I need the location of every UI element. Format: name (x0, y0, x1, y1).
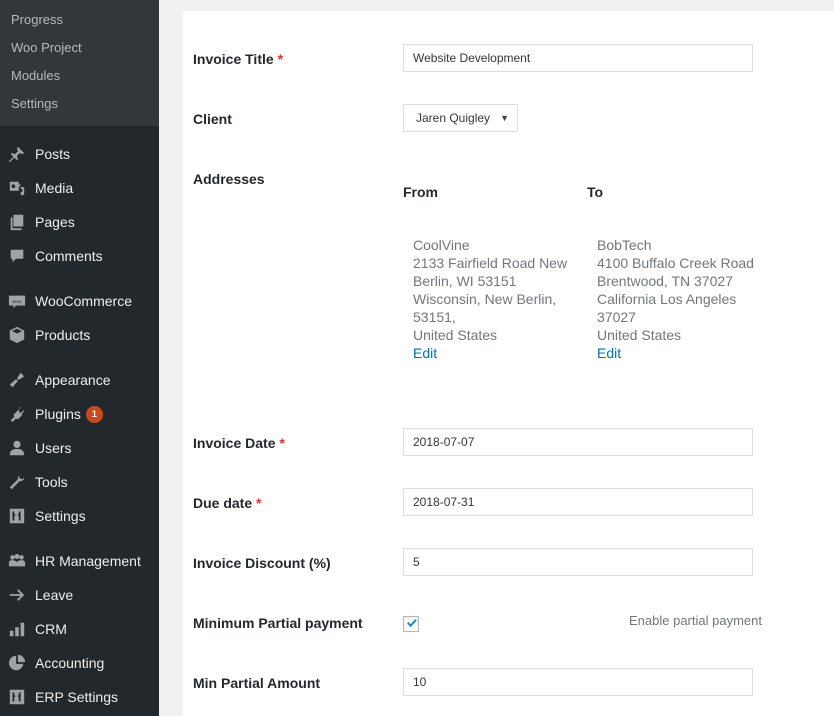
user-icon (7, 438, 27, 458)
to-address: BobTech 4100 Buffalo Creek Road Brentwoo… (597, 236, 754, 362)
required-marker: * (277, 51, 284, 67)
sidebar-item-label: ERP Settings (35, 689, 119, 705)
address-line: BobTech (597, 237, 652, 253)
sidebar-item-label: HR Management (35, 553, 141, 569)
client-select[interactable]: Jaren Quigley ▼ (403, 104, 518, 132)
submenu-item-settings[interactable]: Settings (0, 90, 159, 118)
sidebar-item-leave[interactable]: Leave (0, 578, 159, 612)
arrow-right-icon (7, 585, 27, 605)
sidebar-item-crm[interactable]: CRM (0, 612, 159, 646)
due-date-label: Due date * (193, 495, 262, 511)
address-line: United States (413, 327, 498, 343)
sidebar-item-appearance[interactable]: Appearance (0, 363, 159, 397)
enable-partial-payment-hint: Enable partial payment (629, 613, 762, 628)
address-line: CoolVine (413, 237, 470, 253)
checkmark-icon (407, 619, 417, 628)
due-date-input[interactable] (403, 488, 753, 516)
dropdown-arrow-icon: ▼ (500, 113, 509, 123)
sidebar-item-label: Tools (35, 474, 68, 490)
minimum-partial-payment-label: Minimum Partial payment (193, 615, 363, 631)
brush-icon (7, 370, 27, 390)
sliders-icon (7, 687, 27, 707)
address-line: 2133 Fairfield Road New (413, 255, 568, 271)
sidebar-item-accounting[interactable]: Accounting (0, 646, 159, 680)
to-heading: To (587, 184, 604, 200)
submenu-item-woo-project[interactable]: Woo Project (0, 34, 159, 62)
address-line: 4100 Buffalo Creek Road (597, 255, 754, 271)
sidebar-item-label: WooCommerce (35, 293, 132, 309)
woo-icon: woo (7, 291, 27, 311)
media-icon (7, 178, 27, 198)
sidebar-item-label: Products (35, 327, 91, 343)
submenu-item-progress[interactable]: Progress (0, 6, 159, 34)
sidebar-item-media[interactable]: Media (0, 171, 159, 205)
sidebar-item-woocommerce[interactable]: woo WooCommerce (0, 284, 159, 318)
invoice-title-label: Invoice Title * (193, 51, 284, 67)
sidebar-item-users[interactable]: Users (0, 431, 159, 465)
address-line: 53151, (413, 309, 456, 325)
comment-icon (7, 246, 27, 266)
sidebar-item-label: Plugins (35, 406, 81, 422)
partial-payment-checkbox[interactable] (403, 616, 419, 632)
bar-chart-icon (7, 619, 27, 639)
sidebar-item-plugins[interactable]: Plugins 1 (0, 397, 159, 431)
sidebar-item-label: Media (35, 180, 74, 196)
box-icon (7, 325, 27, 345)
sidebar-item-posts[interactable]: Posts (0, 137, 159, 171)
sidebar-item-label: CRM (35, 621, 67, 637)
sidebar-item-settings[interactable]: Settings (0, 499, 159, 533)
address-line: Brentwood, TN 37027 (597, 273, 733, 289)
wrench-icon (7, 472, 27, 492)
pin-icon (7, 144, 27, 164)
sidebar-item-label: Posts (35, 146, 71, 162)
pages-icon (7, 212, 27, 232)
sidebar-item-label: Comments (35, 248, 103, 264)
address-line: California Los Angeles (597, 291, 737, 307)
svg-text:woo: woo (12, 300, 21, 305)
edit-from-address-link[interactable]: Edit (413, 344, 567, 362)
min-partial-amount-label: Min Partial Amount (193, 675, 321, 691)
sidebar-item-label: Users (35, 440, 72, 456)
sidebar-item-label: Settings (35, 508, 86, 524)
invoice-date-input[interactable] (403, 428, 753, 456)
sidebar-item-label: Appearance (35, 372, 111, 388)
address-line: United States (597, 327, 682, 343)
sidebar-item-hr-management[interactable]: HR Management (0, 544, 159, 578)
sidebar-item-tools[interactable]: Tools (0, 465, 159, 499)
group-icon (7, 551, 27, 571)
client-select-value: Jaren Quigley (416, 111, 491, 125)
sidebar-item-label: Accounting (35, 655, 105, 671)
from-heading: From (403, 184, 438, 200)
submenu-item-modules[interactable]: Modules (0, 62, 159, 90)
admin-sidebar: Progress Woo Project Modules Settings Po… (0, 0, 159, 716)
from-address: CoolVine 2133 Fairfield Road New Berlin,… (413, 236, 567, 362)
addresses-label: Addresses (193, 171, 265, 187)
sidebar-item-comments[interactable]: Comments (0, 239, 159, 273)
pie-chart-icon (7, 653, 27, 673)
address-line: Berlin, WI 53151 (413, 273, 517, 289)
edit-to-address-link[interactable]: Edit (597, 344, 754, 362)
submenu: Progress Woo Project Modules Settings (0, 0, 159, 126)
required-marker: * (279, 435, 285, 451)
required-marker: * (256, 495, 262, 511)
sidebar-item-pages[interactable]: Pages (0, 205, 159, 239)
address-line: 37027 (597, 309, 636, 325)
client-label: Client (193, 111, 232, 127)
plugin-icon (7, 404, 27, 424)
sidebar-item-products[interactable]: Products (0, 318, 159, 352)
invoice-title-input[interactable] (403, 44, 753, 72)
address-line: Wisconsin, New Berlin, (413, 291, 557, 307)
sidebar-item-erp-settings[interactable]: ERP Settings (0, 680, 159, 714)
invoice-discount-input[interactable] (403, 548, 753, 576)
invoice-date-label: Invoice Date * (193, 435, 285, 451)
sidebar-item-label: Leave (35, 587, 74, 603)
update-count-badge: 1 (85, 405, 103, 423)
sidebar-item-label: Pages (35, 214, 75, 230)
sliders-icon (7, 506, 27, 526)
invoice-discount-label: Invoice Discount (%) (193, 555, 331, 571)
min-partial-amount-input[interactable] (403, 668, 753, 696)
